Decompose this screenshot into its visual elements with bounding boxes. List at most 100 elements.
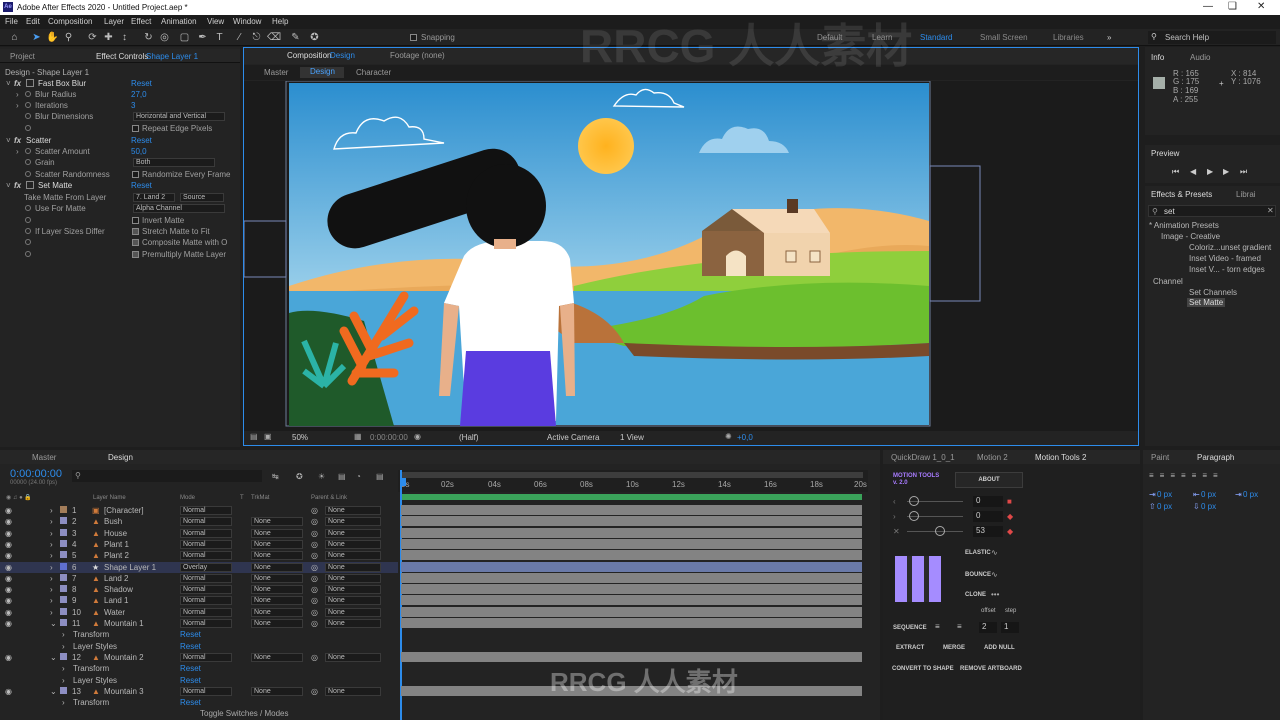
- space-before-value[interactable]: 0 px: [1157, 502, 1172, 511]
- workspace-default[interactable]: Default: [817, 33, 842, 42]
- label-color[interactable]: [60, 562, 67, 570]
- pickwhip-icon[interactable]: ◎: [311, 529, 318, 538]
- stretch-matte-checkbox[interactable]: [132, 228, 139, 235]
- orbit-tool-icon[interactable]: ⟳: [86, 31, 99, 44]
- mode-dropdown[interactable]: Normal: [180, 619, 232, 628]
- trkmat-dropdown[interactable]: None: [251, 619, 303, 628]
- trkmat-dropdown[interactable]: None: [251, 528, 303, 538]
- property-row[interactable]: › Transform Reset: [0, 629, 398, 640]
- tab-quickdraw[interactable]: QuickDraw 1_0_1: [891, 453, 955, 462]
- label-color[interactable]: [60, 573, 67, 581]
- blur-dimensions-dropdown[interactable]: Horizontal and Vertical: [133, 112, 225, 121]
- matte-layer-dropdown[interactable]: 7. Land 2: [133, 193, 175, 202]
- layer-row[interactable]: ◉ ⌄ 11 ▲ Mountain 1 Normal None ◎ None: [0, 618, 398, 629]
- rotate-tool-icon[interactable]: ↻: [142, 31, 155, 44]
- expand-arrow-icon[interactable]: ›: [50, 540, 53, 549]
- label-color[interactable]: [60, 652, 67, 660]
- header-layer-name[interactable]: Layer Name: [93, 495, 126, 501]
- slider-thumb-1[interactable]: [909, 496, 919, 506]
- tab-project[interactable]: Project: [10, 52, 35, 61]
- menu-edit[interactable]: Edit: [26, 17, 40, 26]
- expand-arrow-icon[interactable]: ›: [50, 596, 53, 605]
- flow-master[interactable]: Master: [264, 68, 288, 77]
- dolly-tool-icon[interactable]: ↕: [118, 31, 131, 44]
- keyframe-diamond-icon[interactable]: ◆: [1007, 512, 1013, 521]
- label-color[interactable]: [60, 607, 67, 615]
- trkmat-dropdown[interactable]: None: [251, 517, 303, 527]
- mode-dropdown[interactable]: Normal: [180, 686, 232, 696]
- property-row[interactable]: › Transform Reset: [0, 697, 398, 708]
- expand-arrow-icon[interactable]: ›: [50, 529, 53, 538]
- parent-dropdown[interactable]: None: [325, 539, 381, 549]
- layer-name[interactable]: Shape Layer 1: [104, 563, 156, 572]
- eye-icon[interactable]: ◉: [5, 563, 12, 572]
- rectangle-tool-icon[interactable]: ▢: [178, 31, 191, 44]
- clear-search-icon[interactable]: ✕: [1267, 206, 1274, 215]
- pickwhip-icon[interactable]: ◎: [311, 551, 318, 560]
- tab-master-comp[interactable]: Master: [32, 453, 56, 462]
- preset-tree-item-selected[interactable]: Set Matte: [1187, 298, 1226, 307]
- tab-effects-presets[interactable]: Effects & Presets: [1151, 190, 1212, 199]
- menu-layer[interactable]: Layer: [104, 17, 124, 26]
- menu-composition[interactable]: Composition: [48, 17, 92, 26]
- parent-dropdown[interactable]: None: [325, 619, 381, 628]
- layer-row[interactable]: ◉ › 7 ▲ Land 2 Normal None ◎ None: [0, 573, 398, 584]
- mode-dropdown[interactable]: Normal: [180, 506, 232, 515]
- premultiply-checkbox[interactable]: [132, 251, 139, 258]
- pickwhip-icon[interactable]: ◎: [311, 653, 318, 662]
- layer-duration-bar[interactable]: [401, 606, 862, 617]
- draft-3d-icon[interactable]: ✪: [296, 472, 303, 481]
- parent-dropdown[interactable]: None: [325, 562, 381, 572]
- expand-arrow-icon[interactable]: ›: [62, 664, 65, 673]
- property-row[interactable]: › Layer Styles Reset: [0, 675, 398, 686]
- blur-radius-value[interactable]: 27,0: [131, 90, 147, 99]
- eye-icon[interactable]: ◉: [5, 551, 12, 560]
- layer-name[interactable]: Mountain 1: [104, 619, 144, 628]
- layer-name[interactable]: Land 2: [104, 574, 128, 583]
- extract-button[interactable]: EXTRACT: [896, 645, 924, 651]
- expand-arrow-icon[interactable]: ›: [50, 551, 53, 560]
- property-row[interactable]: › Layer Styles Reset: [0, 641, 398, 652]
- layer-name[interactable]: Plant 1: [104, 540, 129, 549]
- hand-tool-icon[interactable]: ✋: [46, 31, 59, 44]
- layer-row[interactable]: ◉ › 3 ▲ House Normal None ◎ None: [0, 528, 398, 539]
- grain-dropdown[interactable]: Both: [133, 158, 215, 167]
- indent-right-value[interactable]: 0 px: [1201, 490, 1216, 499]
- layer-name[interactable]: Plant 2: [104, 551, 129, 560]
- tab-footage[interactable]: Footage (none): [390, 51, 445, 60]
- slider-thumb-3[interactable]: [935, 526, 945, 536]
- workspace-libraries[interactable]: Libraries: [1053, 33, 1084, 42]
- layer-duration-bar[interactable]: [401, 651, 862, 662]
- expand-arrow-icon[interactable]: ›: [50, 563, 53, 572]
- reset-link[interactable]: Reset: [180, 698, 201, 707]
- preset-tree-item[interactable]: Inset Video - framed: [1189, 254, 1261, 263]
- pickwhip-icon[interactable]: ◎: [311, 574, 318, 583]
- step-field[interactable]: 1: [1001, 622, 1019, 633]
- mode-dropdown[interactable]: Normal: [180, 539, 232, 549]
- eye-icon[interactable]: ◉: [5, 585, 12, 594]
- expand-arrow-icon[interactable]: ›: [62, 630, 65, 639]
- stopwatch-icon[interactable]: [25, 251, 31, 257]
- tab-audio[interactable]: Audio: [1190, 53, 1210, 62]
- play-icon[interactable]: ▶: [1207, 167, 1213, 176]
- layer-duration-bar[interactable]: [401, 538, 862, 549]
- reset-link[interactable]: Reset: [180, 630, 201, 639]
- pickwhip-icon[interactable]: ◎: [311, 608, 318, 617]
- use-for-matte-dropdown[interactable]: Alpha Channel: [133, 204, 225, 213]
- layer-row[interactable]: ◉ › 6 ★ Shape Layer 1 Overlay None ◎ None: [0, 561, 398, 573]
- reset-link[interactable]: Reset: [180, 664, 201, 673]
- pickwhip-icon[interactable]: ◎: [311, 540, 318, 549]
- first-frame-icon[interactable]: ⏮: [1172, 167, 1179, 177]
- motion-blur-icon[interactable]: ◔: [356, 472, 361, 481]
- sequence-left-icon[interactable]: ≡: [935, 622, 940, 631]
- expand-arrow-icon[interactable]: ›: [62, 642, 65, 651]
- stopwatch-icon[interactable]: [25, 217, 31, 223]
- trkmat-dropdown[interactable]: None: [251, 652, 303, 662]
- clone-stamp-icon[interactable]: ⎋: [250, 31, 263, 44]
- repeat-edge-checkbox[interactable]: [132, 125, 139, 132]
- snapshot-icon[interactable]: ◉: [414, 432, 421, 441]
- menu-view[interactable]: View: [207, 17, 224, 26]
- trkmat-dropdown[interactable]: None: [251, 539, 303, 549]
- selection-tool-icon[interactable]: ➤: [30, 31, 43, 44]
- stopwatch-icon[interactable]: [25, 171, 31, 177]
